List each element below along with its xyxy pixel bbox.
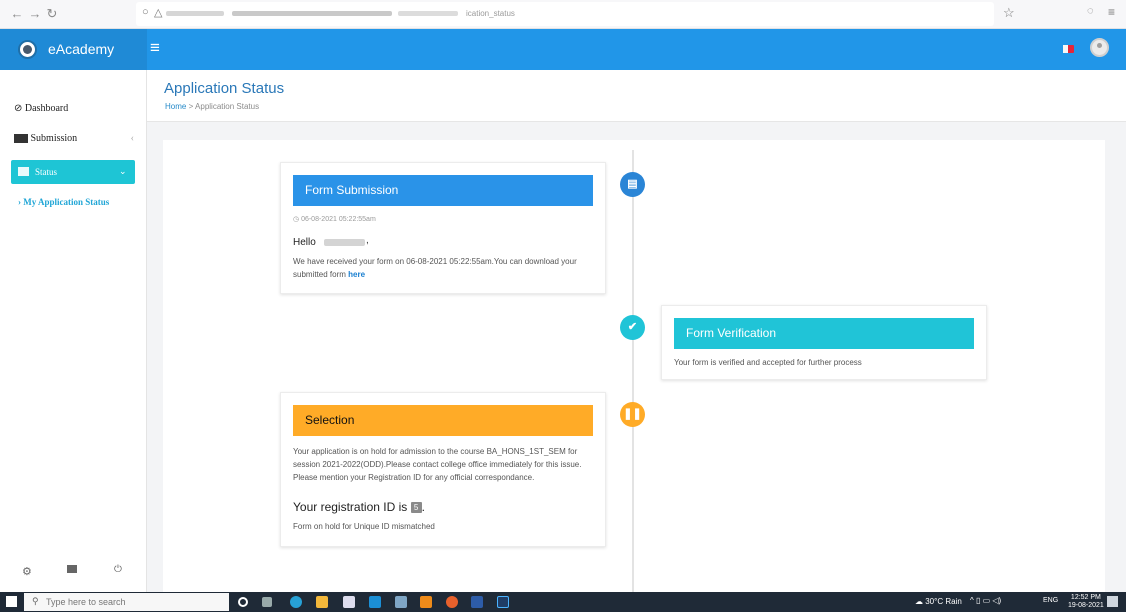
forward-icon[interactable]: →	[26, 5, 44, 23]
edge-icon[interactable]	[290, 596, 302, 608]
breadcrumb-home[interactable]: Home	[165, 102, 186, 111]
power-icon[interactable]: ⏻	[114, 564, 122, 575]
registration-id: Your registration ID is 5.	[293, 500, 425, 514]
app-icon[interactable]	[420, 596, 432, 608]
search-placeholder: Type here to search	[46, 597, 126, 607]
windows-start-icon[interactable]	[6, 596, 17, 607]
check-icon: ✔	[620, 315, 645, 340]
card-title: Form Submission	[293, 175, 593, 206]
brand[interactable]: eAcademy	[0, 29, 147, 70]
submission-icon	[14, 134, 28, 144]
redacted-name	[324, 239, 365, 246]
document-icon: ▤	[620, 172, 645, 197]
clock-icon: ◷	[293, 216, 302, 223]
mail-icon[interactable]	[369, 596, 381, 608]
store-icon[interactable]	[343, 596, 355, 608]
dashboard-icon: ⊘	[14, 103, 23, 114]
shield-icon: ○	[142, 6, 149, 18]
url-redacted	[232, 11, 392, 16]
taskbar-clock[interactable]: 12:52 PM 19-08-2021	[1068, 594, 1104, 610]
weather-icon: ☁	[915, 597, 926, 606]
browser-toolbar: ← → ↻ ○ △ ication_status ☆ ◌ ≡	[0, 0, 1126, 29]
language-flag-icon[interactable]	[1063, 45, 1074, 53]
status-icon	[18, 167, 29, 176]
taskbar-search-input[interactable]: ⚲ Type here to search	[24, 593, 229, 611]
selection-card: Selection Your application is on hold fo…	[280, 392, 606, 547]
sidebar-subitem-my-application-status[interactable]: › My Application Status	[18, 197, 109, 207]
lock-icon: △	[154, 7, 163, 19]
brand-name: eAcademy	[48, 41, 115, 57]
search-icon: ⚲	[32, 596, 39, 606]
sidebar-item-submission[interactable]: Submission ‹	[14, 133, 134, 144]
hamburger-icon[interactable]: ≡	[150, 38, 160, 58]
user-avatar[interactable]	[1090, 38, 1109, 57]
address-bar[interactable]: ○ △ ication_status	[136, 2, 994, 26]
sidebar-item-status[interactable]: Status ⌄	[11, 160, 135, 184]
download-link[interactable]: here	[348, 270, 365, 279]
file-explorer-icon[interactable]	[316, 596, 328, 608]
url-redacted	[166, 11, 224, 16]
timeline-line	[632, 150, 634, 592]
sidebar-footer: ⚙ ⏻	[0, 555, 147, 592]
card-title: Form Verification	[674, 318, 974, 349]
sidebar-item-label: Status	[35, 167, 58, 177]
sidebar: ⊘ Dashboard Submission ‹ Status ⌄ › My A…	[0, 70, 147, 592]
weather-status[interactable]: ☁ 30°C Rain	[915, 597, 962, 606]
sidebar-item-label: Dashboard	[24, 103, 69, 114]
reload-icon[interactable]: ↻	[43, 5, 61, 23]
language-indicator[interactable]: ENG	[1043, 597, 1058, 604]
chevron-left-icon: ‹	[130, 133, 134, 144]
card-message: Your application is on hold for admissio…	[293, 447, 582, 482]
menu-icon[interactable]: ≡	[1108, 5, 1115, 19]
chevron-down-icon: ⌄	[119, 166, 127, 176]
pocket-icon[interactable]: ◌	[1087, 5, 1094, 17]
breadcrumb-separator: >	[188, 102, 194, 111]
form-verification-card: Form Verification Your form is verified …	[661, 305, 987, 380]
comma: ,	[366, 235, 369, 246]
hold-reason: Form on hold for Unique ID mismatched	[293, 522, 435, 531]
timeline-panel: Form Submission ◷ 06-08-2021 05:22:55am …	[163, 140, 1105, 592]
word-icon[interactable]	[471, 596, 483, 608]
screen-icon[interactable]	[67, 565, 77, 573]
cortana-icon[interactable]	[238, 597, 248, 607]
page-title: Application Status	[164, 80, 285, 97]
back-icon[interactable]: ←	[8, 5, 26, 23]
firefox-icon[interactable]	[446, 596, 458, 608]
url-redacted	[398, 11, 458, 16]
breadcrumb: Home > Application Status	[165, 102, 259, 111]
card-message: We have received your form on 06-08-2021…	[293, 257, 577, 279]
form-submission-card: Form Submission ◷ 06-08-2021 05:22:55am …	[280, 162, 606, 294]
settings-icon[interactable]: ⚙	[22, 565, 32, 578]
breadcrumb-current: Application Status	[195, 102, 260, 111]
greeting: Hello	[293, 237, 316, 248]
bookmark-star-icon[interactable]: ☆	[1003, 5, 1015, 21]
main-content: Application Status Home > Application St…	[147, 70, 1126, 592]
app-header: eAcademy ≡	[0, 29, 1126, 70]
page-header: Application Status Home > Application St…	[147, 70, 1126, 122]
app-icon[interactable]	[395, 596, 407, 608]
pause-icon: ❚❚	[620, 402, 645, 427]
logo-icon	[18, 40, 37, 59]
sidebar-item-dashboard[interactable]: ⊘ Dashboard	[14, 103, 68, 114]
registration-id-value: 5	[410, 502, 422, 514]
os-taskbar: ⚲ Type here to search ☁ 30°C Rain ^ ▯ ▭ …	[0, 592, 1126, 612]
url-text: ication_status	[466, 9, 515, 18]
photoshop-icon[interactable]	[497, 596, 509, 608]
system-tray-icons[interactable]: ^ ▯ ▭ ◁)	[970, 596, 1001, 605]
sidebar-item-label: Submission	[30, 133, 78, 144]
task-view-icon[interactable]	[262, 597, 272, 607]
notifications-icon[interactable]	[1107, 596, 1118, 607]
timestamp: ◷ 06-08-2021 05:22:55am	[293, 216, 376, 223]
card-message: Your form is verified and accepted for f…	[674, 358, 862, 367]
card-title: Selection	[293, 405, 593, 436]
